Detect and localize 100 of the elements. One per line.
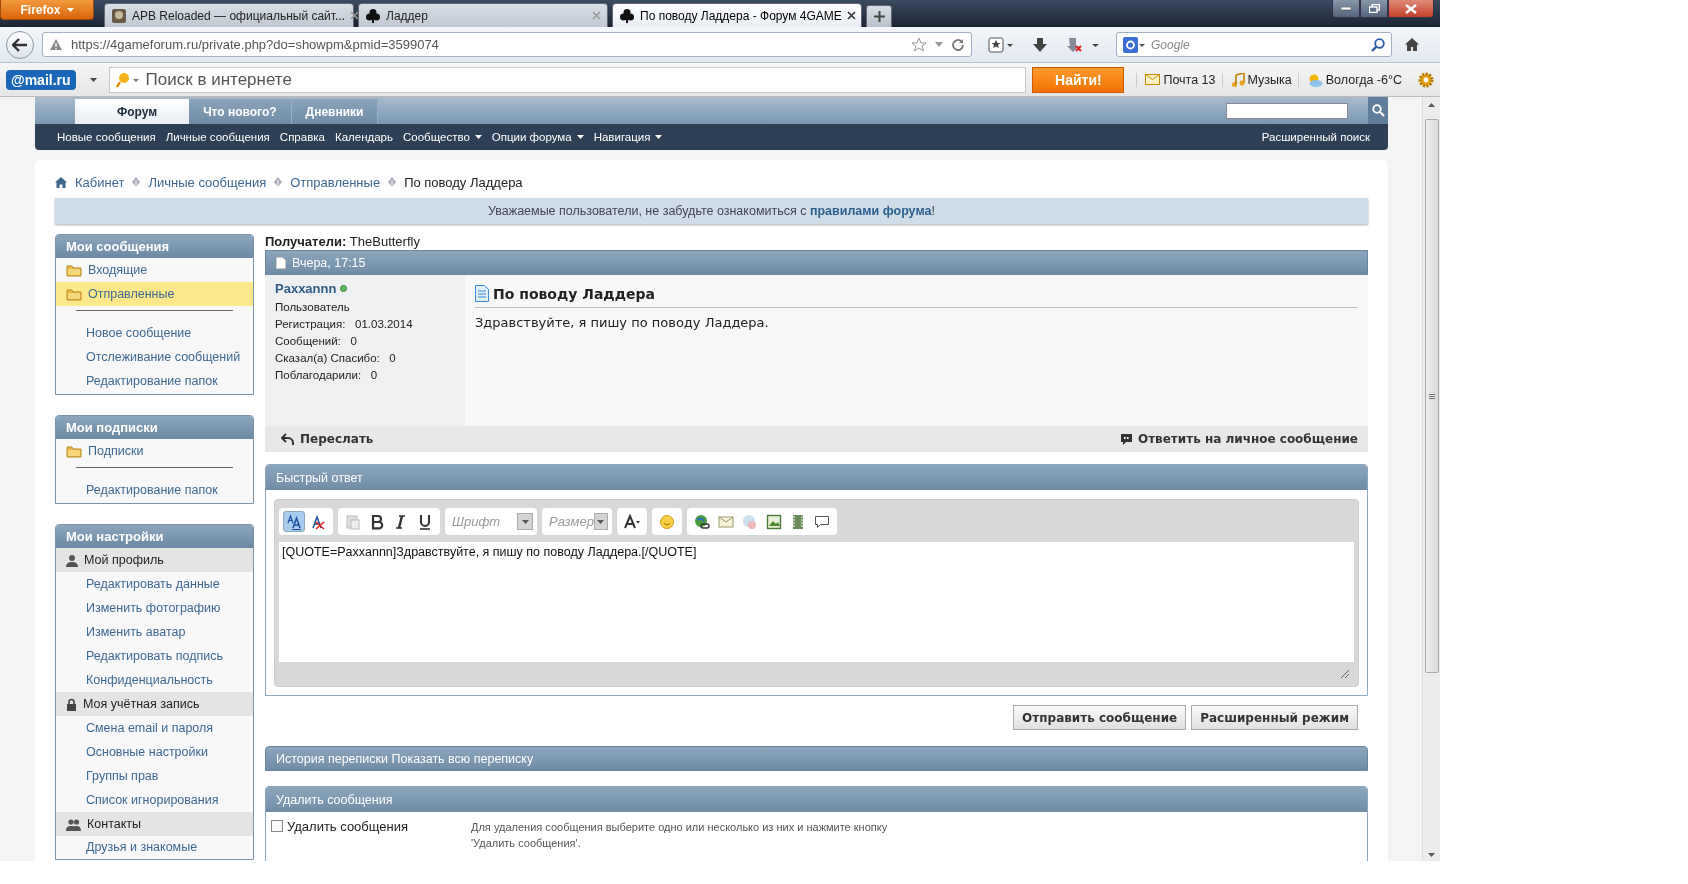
nav-link[interactable]: Опции форума — [491, 131, 584, 143]
breadcrumb-link[interactable]: Отправленные — [290, 174, 381, 190]
tab-title: APB Reloaded — официальный сайт... — [132, 8, 345, 23]
sidebar-link[interactable]: Список игнорирования — [56, 788, 253, 812]
home-button[interactable] — [1404, 37, 1420, 52]
reply-link[interactable]: Ответить на личное сообщение — [1119, 432, 1358, 446]
nav-link[interactable]: Справка — [279, 131, 325, 143]
close-button[interactable] — [1388, 0, 1434, 18]
document-icon — [276, 256, 286, 269]
smiley-icon — [659, 513, 675, 530]
sidebar-link[interactable]: Новое сообщение — [56, 321, 253, 345]
toolbar-link[interactable]: Вологда -6°C — [1297, 72, 1402, 87]
home-icon — [1404, 37, 1420, 52]
hint-text: Для удаления сообщения выберите одно или несколько из них и нажмите кнопку 'Удалить сообщения'. — [471, 820, 889, 851]
browser-tab[interactable]: По поводу Ладдера - Форум 4GAME — [612, 3, 862, 27]
folder-icon — [66, 287, 82, 301]
sidebar-link[interactable]: Друзья и знакомые — [56, 836, 253, 858]
browser-tab[interactable]: Ладдер — [358, 3, 608, 27]
nav-link[interactable]: Новые сообщения — [57, 131, 156, 143]
lock-icon — [66, 697, 77, 711]
nav-link[interactable]: Расширенный поиск — [1261, 131, 1370, 143]
search-field[interactable]: Поиск в интернете — [108, 66, 1027, 93]
minimize-icon — [1341, 6, 1351, 11]
reload-icon[interactable] — [951, 37, 965, 52]
sidebar-link[interactable]: Редактирование папок — [56, 478, 253, 502]
sidebar-item[interactable]: Входящие — [56, 258, 253, 282]
address-field[interactable]: https://4gameforum.ru/private.php?do=showpm&pmid=3599074 — [42, 32, 972, 57]
gear-icon[interactable] — [1418, 71, 1434, 88]
sidebar-link[interactable]: Группы прав — [56, 764, 253, 788]
sidebar-link[interactable]: Редактировать данные — [56, 572, 253, 596]
logo[interactable]: @mail.ru — [6, 69, 76, 90]
search-button[interactable] — [1368, 97, 1388, 124]
search-field[interactable]: Google — [1116, 32, 1392, 57]
search-icon[interactable] — [1371, 37, 1385, 52]
scroll-thumb[interactable] — [1424, 119, 1439, 673]
search-field[interactable] — [1226, 102, 1348, 119]
grip-icon — [1428, 393, 1435, 399]
scroll-down-icon — [1428, 853, 1435, 857]
submit-button[interactable]: Расширенный режим — [1191, 705, 1358, 730]
section-header: Контакты — [56, 812, 253, 836]
submit-button[interactable]: Отправить сообщение — [1013, 705, 1187, 730]
separator-icon — [274, 177, 283, 187]
forward-link[interactable]: Переслать — [281, 432, 374, 446]
sidebar-link[interactable]: Конфиденциальность — [56, 668, 253, 692]
breadcrumb-link[interactable]: Личные сообщения — [148, 174, 267, 190]
forum-tab[interactable]: Форум — [75, 99, 190, 124]
search-engine-icon[interactable] — [115, 71, 140, 88]
folder-icon — [66, 444, 82, 458]
sidebar-link[interactable]: Изменить аватар — [56, 620, 253, 644]
toolbar-link[interactable]: Музыка — [1221, 72, 1292, 87]
sidebar-link[interactable]: Редактировать подпись — [56, 644, 253, 668]
dropdown-icon — [597, 519, 605, 524]
envelope-icon — [1145, 74, 1161, 85]
panel-title: Мои подписки — [56, 416, 253, 439]
text-mode-button[interactable] — [283, 511, 305, 532]
new-tab-button[interactable] — [866, 5, 892, 27]
panel-title: Мои сообщения — [56, 235, 253, 258]
maximize-button[interactable] — [1360, 0, 1388, 18]
plus-icon — [873, 11, 885, 22]
download-icon[interactable] — [1032, 36, 1048, 53]
toolbar-link[interactable]: Почта 13 — [1136, 72, 1216, 87]
user-stat: Сообщений: 0 — [275, 334, 358, 349]
search-icon — [1371, 104, 1385, 117]
close-icon[interactable] — [846, 11, 856, 20]
history-bar[interactable]: История переписки Показать всю переписку — [265, 746, 1368, 771]
forum-tab[interactable]: Дневники — [291, 99, 379, 124]
home-icon[interactable] — [55, 176, 67, 188]
back-button[interactable] — [6, 30, 34, 59]
resize-handle-icon[interactable] — [1340, 669, 1350, 679]
scrollbar[interactable] — [1422, 97, 1440, 861]
close-icon[interactable] — [350, 11, 359, 20]
panel-title: Удалить сообщения — [266, 787, 1367, 812]
sidebar-item[interactable]: Подписки — [56, 439, 253, 463]
username-link[interactable]: Paxxannn — [275, 281, 337, 296]
star-icon[interactable] — [911, 37, 927, 52]
message-header: Вчера, 17:15 — [265, 250, 1368, 275]
message-textarea[interactable]: [QUOTE=Paxxannn]Здравствуйте, я пишу по поводу Ладдера.[/QUOTE] — [279, 542, 1354, 662]
minimize-button[interactable] — [1332, 0, 1360, 18]
sidebar-link[interactable]: Отслеживание сообщений — [56, 345, 253, 369]
forum-tab[interactable]: Что нового? — [189, 99, 292, 124]
nav-link[interactable]: Сообщество — [403, 131, 482, 143]
google-icon[interactable] — [1123, 36, 1145, 53]
sidebar-link[interactable]: Смена email и пароля — [56, 716, 253, 740]
section-header: Мой профиль — [56, 548, 253, 572]
back-arrow-icon — [12, 37, 28, 52]
addon-icon[interactable] — [1066, 36, 1100, 53]
dropdown-icon[interactable] — [89, 77, 97, 82]
sidebar-link[interactable]: Основные настройки — [56, 740, 253, 764]
breadcrumb-link[interactable]: Кабинет — [75, 174, 125, 190]
nav-link[interactable]: Календарь — [334, 131, 393, 143]
separator-icon — [132, 177, 141, 187]
checkbox[interactable] — [271, 820, 283, 832]
music-note-icon — [1230, 72, 1245, 87]
sidebar-link[interactable]: Редактирование папок — [56, 369, 253, 393]
sidebar-link[interactable]: Изменить фотографию — [56, 596, 253, 620]
close-icon — [1405, 3, 1417, 14]
bookmarks-icon[interactable] — [988, 36, 1014, 53]
nav-link[interactable]: Навигация — [593, 131, 663, 143]
nav-link[interactable]: Личные сообщения — [165, 131, 270, 143]
sidebar-item[interactable]: Отправленные — [56, 282, 253, 306]
